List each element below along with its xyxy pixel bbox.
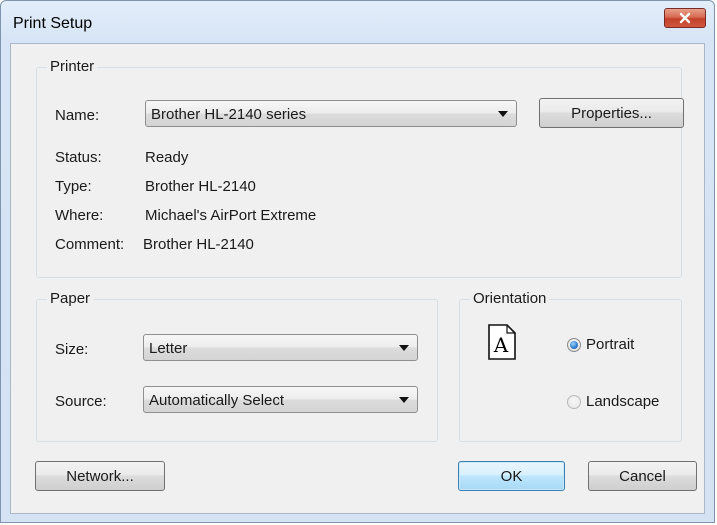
printer-name-select[interactable]: Brother HL-2140 series: [145, 100, 517, 127]
type-value: Brother HL-2140: [145, 178, 256, 195]
dialog-body: Printer Name: Brother HL-2140 series Pro…: [10, 43, 705, 514]
window-title: Print Setup: [13, 15, 93, 32]
network-button[interactable]: Network...: [35, 461, 165, 491]
paper-group-label: Paper: [47, 290, 94, 307]
page-icon-letter: A: [493, 333, 509, 357]
orientation-group: Orientation: [459, 290, 682, 442]
printer-name-label: Name:: [55, 107, 100, 124]
status-value: Ready: [145, 149, 189, 166]
source-label: Source:: [55, 393, 107, 410]
close-button[interactable]: [664, 8, 706, 28]
printer-group-label: Printer: [47, 58, 98, 75]
paper-group: Paper: [36, 290, 438, 442]
where-value: Michael's AirPort Extreme: [145, 207, 317, 224]
portrait-label[interactable]: Portrait: [586, 336, 634, 353]
ok-button[interactable]: OK: [458, 461, 565, 491]
cancel-button[interactable]: Cancel: [588, 461, 697, 491]
status-label: Status:: [55, 149, 102, 166]
printer-name-value: Brother HL-2140 series: [151, 106, 307, 123]
size-label: Size:: [55, 341, 89, 358]
type-label: Type:: [55, 178, 92, 195]
comment-label: Comment:: [55, 236, 125, 253]
chevron-down-icon: [399, 345, 409, 351]
comment-value: Brother HL-2140: [143, 236, 254, 253]
paper-source-select[interactable]: Automatically Select: [143, 386, 418, 413]
document-portrait-icon: A: [488, 324, 516, 360]
paper-size-value: Letter: [149, 340, 188, 357]
title-bar[interactable]: Print Setup: [1, 1, 714, 43]
close-icon: [679, 12, 691, 24]
landscape-label[interactable]: Landscape: [586, 393, 659, 410]
print-setup-dialog: Print Setup Printer Name: Brother HL-214…: [0, 0, 715, 523]
properties-button[interactable]: Properties...: [539, 98, 684, 128]
paper-source-value: Automatically Select: [149, 392, 285, 409]
paper-size-select[interactable]: Letter: [143, 334, 418, 361]
chevron-down-icon: [399, 397, 409, 403]
landscape-radio[interactable]: [567, 395, 581, 409]
orientation-group-label: Orientation: [470, 290, 550, 307]
chevron-down-icon: [498, 111, 508, 117]
portrait-radio[interactable]: [567, 338, 581, 352]
where-label: Where:: [55, 207, 104, 224]
